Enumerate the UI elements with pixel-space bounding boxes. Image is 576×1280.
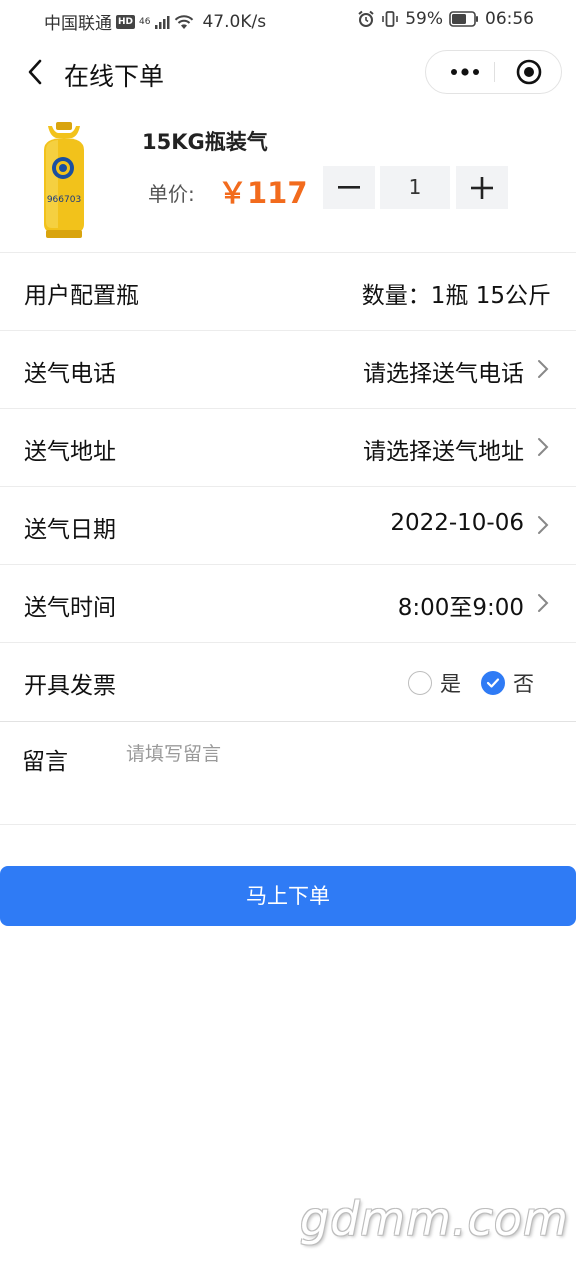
page-title: 在线下单 [64, 62, 165, 91]
delivery-address-value[interactable]: 请选择送气地址 [363, 432, 524, 466]
delivery-date-value[interactable]: 2022-10-06 [390, 510, 524, 536]
nav-bar: 在线下单 [0, 40, 576, 106]
quantity-value[interactable]: 1 [380, 166, 450, 209]
clock: 06:56 [485, 9, 534, 29]
invoice-no-label: 否 [513, 672, 534, 696]
decrease-button[interactable] [323, 166, 375, 209]
chevron-right-icon [538, 594, 549, 612]
hd-badge: HD [116, 14, 136, 29]
product-card: 966703 15KG瓶装气 单价: ￥117 1 [0, 106, 576, 253]
price-value: ￥117 [218, 176, 308, 210]
capsule-divider [494, 62, 495, 82]
signal-icon [155, 15, 170, 29]
user-config-value: 数量：1瓶 15公斤 [361, 283, 551, 309]
gas-cylinder-icon: 966703 [44, 122, 84, 238]
status-bar: 中国联通 HD 46 47.0K/s 59% 06:56 [0, 0, 576, 40]
invoice-radio-group: 是 否 [388, 668, 534, 698]
increase-button[interactable] [456, 166, 508, 209]
vibrate-icon [382, 11, 399, 27]
row-delivery-time[interactable]: 送气时间 8:00至9:00 [0, 564, 576, 643]
delivery-phone-value[interactable]: 请选择送气电话 [363, 354, 524, 388]
place-order-button[interactable]: 马上下单 [0, 866, 576, 926]
back-button[interactable] [18, 54, 52, 90]
user-config-label: 用户配置瓶 [24, 283, 139, 309]
more-button[interactable] [436, 51, 494, 93]
watermark: gdmm.com [300, 1192, 569, 1246]
delivery-date-label: 送气日期 [24, 517, 116, 543]
message-input[interactable] [122, 734, 550, 774]
wifi-icon [175, 14, 194, 29]
back-arrow-icon [28, 59, 42, 85]
message-section: 留言 [0, 721, 576, 825]
invoice-no-radio[interactable]: 否 [481, 668, 534, 698]
alarm-icon [358, 10, 374, 27]
carrier-name: 中国联通 [44, 14, 112, 34]
delivery-phone-label: 送气电话 [24, 361, 116, 387]
network-speed: 47.0K/s [202, 11, 267, 32]
radio-unchecked-icon [408, 671, 432, 695]
close-mini-program-button[interactable] [496, 51, 561, 93]
price-label: 单价: [148, 182, 195, 206]
delivery-address-label: 送气地址 [24, 439, 116, 465]
row-user-config: 用户配置瓶 数量：1瓶 15公斤 [0, 252, 576, 331]
plus-icon [471, 176, 493, 199]
battery-icon [449, 11, 478, 27]
delivery-time-label: 送气时间 [24, 595, 116, 621]
mini-program-capsule [425, 50, 562, 94]
battery-percent: 59% [405, 9, 443, 29]
row-delivery-date[interactable]: 送气日期 2022-10-06 [0, 486, 576, 565]
checkmark-icon [486, 678, 500, 688]
minus-icon [338, 185, 360, 189]
chevron-right-icon [538, 438, 549, 456]
message-label: 留言 [22, 749, 68, 775]
radio-checked-icon [481, 671, 505, 695]
more-dots-icon [451, 68, 479, 76]
product-name: 15KG瓶装气 [142, 130, 268, 154]
delivery-time-value[interactable]: 8:00至9:00 [398, 588, 524, 622]
row-delivery-address[interactable]: 送气地址 请选择送气地址 [0, 408, 576, 487]
chevron-right-icon [538, 516, 549, 534]
invoice-yes-label: 是 [440, 672, 461, 696]
chevron-right-icon [538, 360, 549, 378]
invoice-yes-radio[interactable]: 是 [408, 668, 461, 698]
row-invoice: 开具发票 是 否 [0, 642, 576, 720]
status-left: 中国联通 HD 46 47.0K/s [44, 9, 267, 35]
network-type: 46 [139, 16, 151, 27]
invoice-label: 开具发票 [24, 673, 116, 699]
cylinder-phone-text: 966703 [47, 195, 81, 205]
status-right: 59% 06:56 [357, 9, 534, 29]
target-close-icon [516, 59, 541, 85]
row-delivery-phone[interactable]: 送气电话 请选择送气电话 [0, 330, 576, 409]
